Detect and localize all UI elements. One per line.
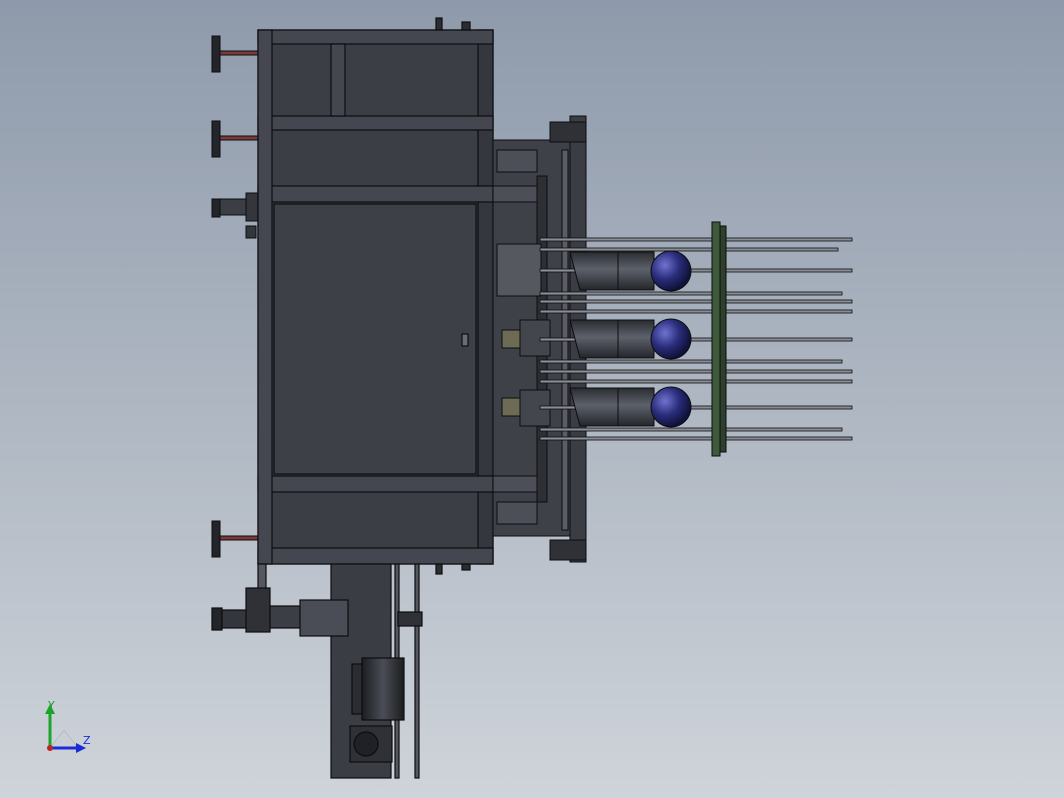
z-axis-label: Z <box>83 734 91 747</box>
gripper-1 <box>569 250 692 292</box>
orientation-triad: Y Z <box>36 699 106 760</box>
machine-model[interactable] <box>0 0 1064 798</box>
y-axis-label: Y <box>48 699 55 712</box>
main-cabinet <box>257 17 494 575</box>
lower-frame <box>211 563 423 779</box>
gripper-3 <box>569 386 692 428</box>
triad-axes-icon <box>45 704 86 753</box>
cad-viewport[interactable]: Y Z <box>0 0 1064 798</box>
end-plate <box>711 221 727 457</box>
leveling-feet <box>211 35 259 558</box>
gripper-2 <box>569 318 692 360</box>
